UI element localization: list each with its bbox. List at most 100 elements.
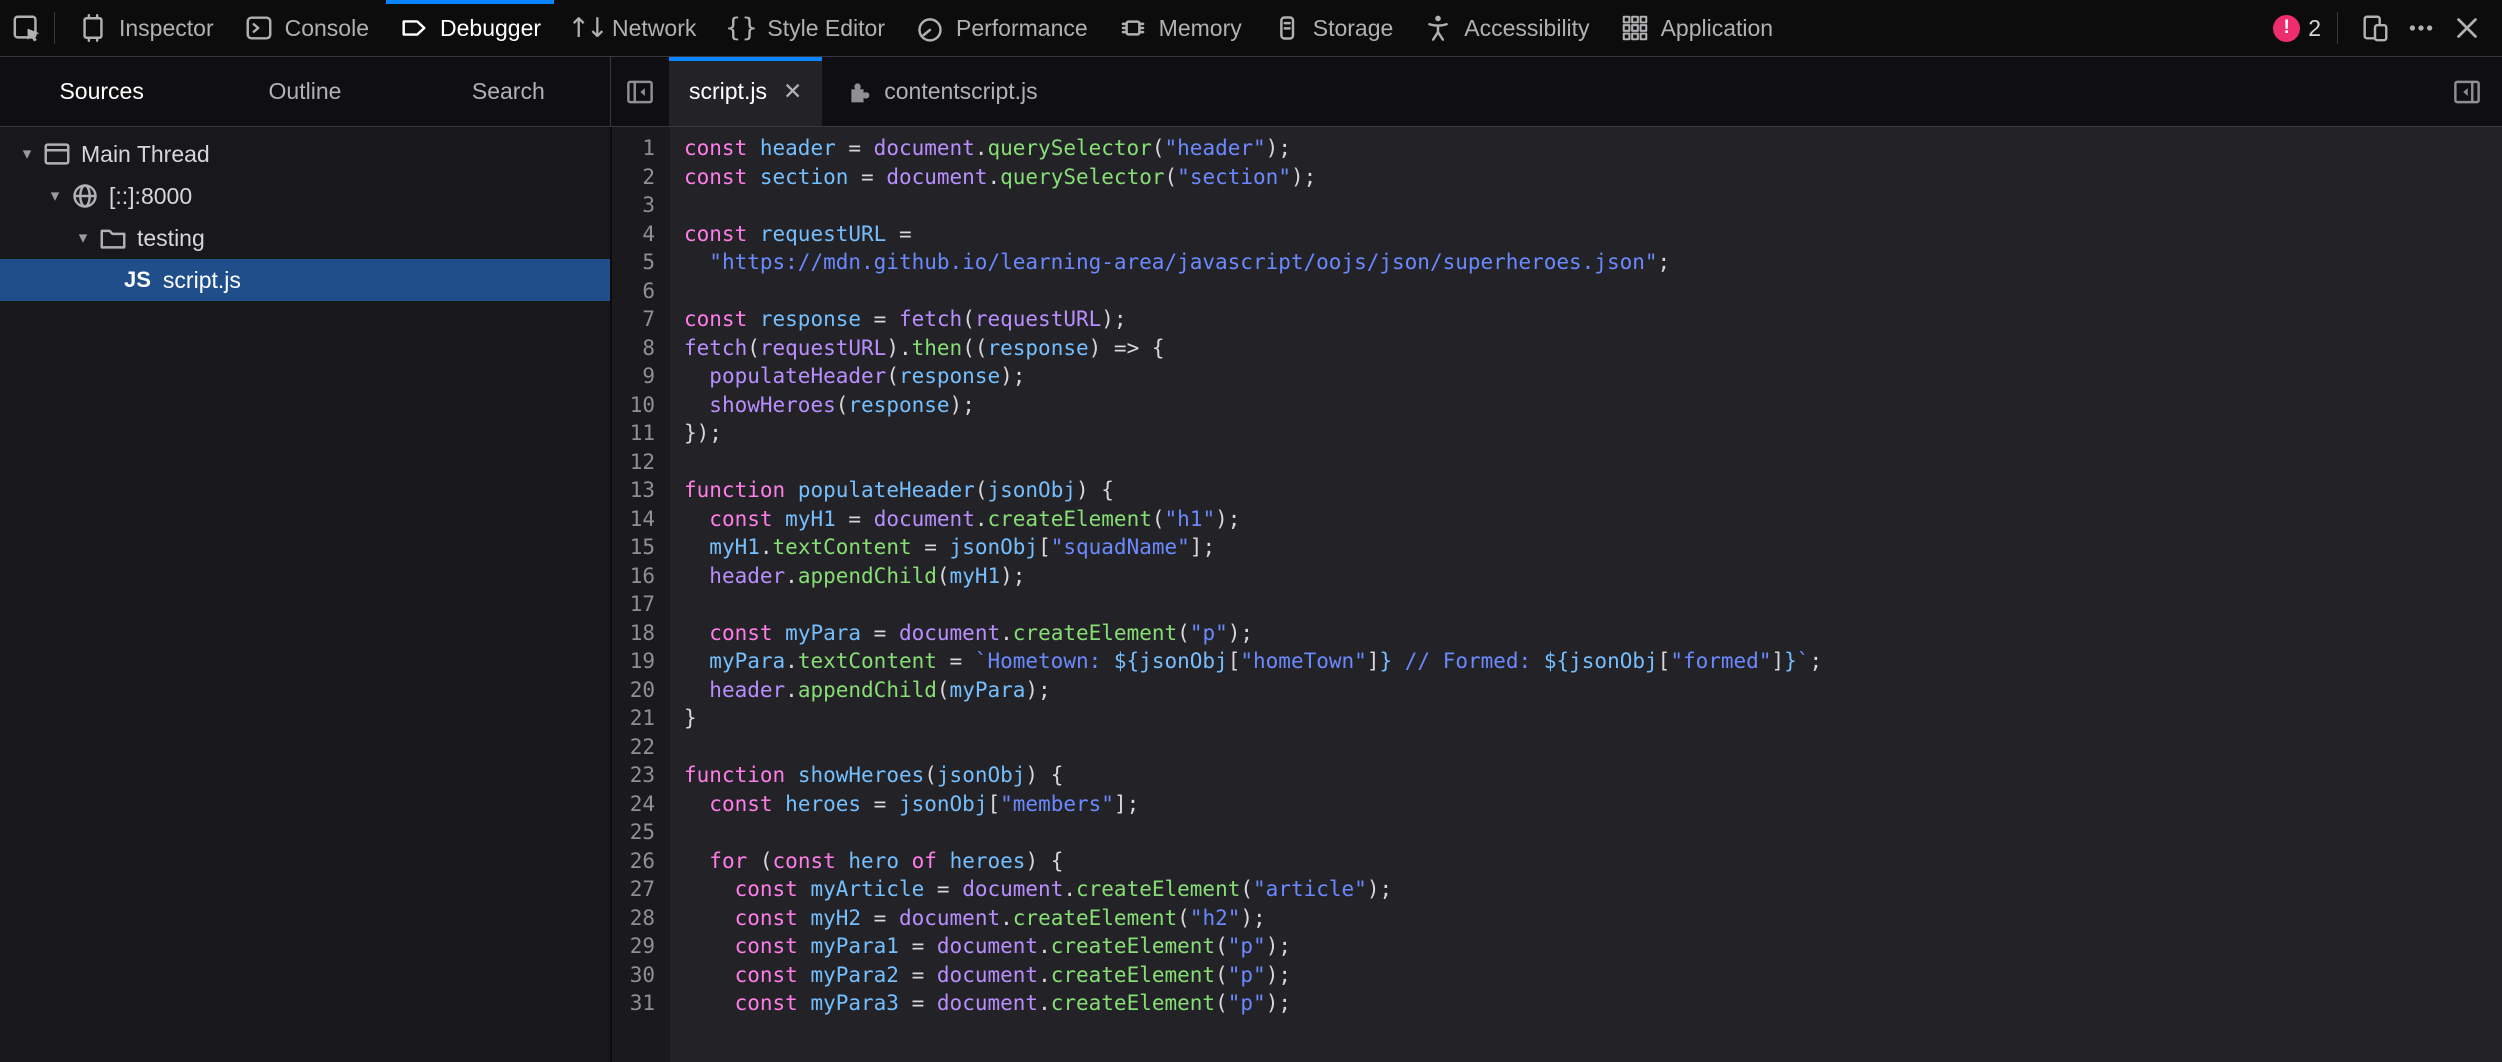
- line-number[interactable]: 23: [612, 761, 670, 790]
- code-line-12[interactable]: [684, 448, 2502, 477]
- code-line-5[interactable]: "https://mdn.github.io/learning-area/jav…: [684, 248, 2502, 277]
- line-number[interactable]: 2: [612, 163, 670, 192]
- code-line-15[interactable]: myH1.textContent = jsonObj["squadName"];: [684, 533, 2502, 562]
- code-line-11[interactable]: });: [684, 419, 2502, 448]
- tab-debugger[interactable]: Debugger: [384, 0, 556, 56]
- tree-item-testing[interactable]: ▾testing: [0, 217, 610, 259]
- code-line-8[interactable]: fetch(requestURL).then((response) => {: [684, 334, 2502, 363]
- expand-arrow-icon[interactable]: ▾: [42, 186, 68, 206]
- code-line-27[interactable]: const myArticle = document.createElement…: [684, 875, 2502, 904]
- error-badge-icon[interactable]: !: [2273, 15, 2300, 42]
- tree-item-script-js[interactable]: JSscript.js: [0, 259, 610, 301]
- line-number[interactable]: 5: [612, 248, 670, 277]
- code-line-1[interactable]: const header = document.querySelector("h…: [684, 134, 2502, 163]
- code-line-30[interactable]: const myPara2 = document.createElement("…: [684, 961, 2502, 990]
- code-editor[interactable]: 1234567891011121314151617181920212223242…: [612, 127, 2502, 1062]
- line-number[interactable]: 24: [612, 790, 670, 819]
- tab-application[interactable]: Application: [1605, 0, 1789, 56]
- line-number[interactable]: 7: [612, 305, 670, 334]
- sidebar-tab-outline[interactable]: Outline: [203, 57, 406, 126]
- line-number[interactable]: 11: [612, 419, 670, 448]
- code-line-4[interactable]: const requestURL =: [684, 220, 2502, 249]
- line-number[interactable]: 6: [612, 277, 670, 306]
- tab-network[interactable]: ↑↓Network: [556, 0, 711, 56]
- code-line-13[interactable]: function populateHeader(jsonObj) {: [684, 476, 2502, 505]
- tab-storage[interactable]: Storage: [1257, 0, 1409, 56]
- code-line-26[interactable]: for (const hero of heroes) {: [684, 847, 2502, 876]
- line-number[interactable]: 15: [612, 533, 670, 562]
- code-line-22[interactable]: [684, 733, 2502, 762]
- tab-style-editor[interactable]: {}Style Editor: [711, 0, 900, 56]
- sidebar-tab-search[interactable]: Search: [407, 57, 610, 126]
- code-line-6[interactable]: [684, 277, 2502, 306]
- line-number[interactable]: 3: [612, 191, 670, 220]
- tab-inspector[interactable]: Inspector: [63, 0, 229, 56]
- line-number[interactable]: 8: [612, 334, 670, 363]
- line-number[interactable]: 28: [612, 904, 670, 933]
- meatball-menu-button[interactable]: [2398, 0, 2444, 56]
- line-number[interactable]: 17: [612, 590, 670, 619]
- tree-item-main-thread[interactable]: ▾Main Thread: [0, 133, 610, 175]
- line-number[interactable]: 9: [612, 362, 670, 391]
- collapse-sources-pane-button[interactable]: [611, 57, 669, 126]
- line-number[interactable]: 21: [612, 704, 670, 733]
- line-number[interactable]: 4: [612, 220, 670, 249]
- tab-memory[interactable]: Memory: [1103, 0, 1257, 56]
- tab-console[interactable]: Console: [229, 0, 384, 56]
- pick-element-button[interactable]: [0, 0, 54, 56]
- code-line-2[interactable]: const section = document.querySelector("…: [684, 163, 2502, 192]
- line-number[interactable]: 19: [612, 647, 670, 676]
- code-line-10[interactable]: showHeroes(response);: [684, 391, 2502, 420]
- line-number[interactable]: 1: [612, 134, 670, 163]
- code-line-9[interactable]: populateHeader(response);: [684, 362, 2502, 391]
- code-line-20[interactable]: header.appendChild(myPara);: [684, 676, 2502, 705]
- line-number[interactable]: 29: [612, 932, 670, 961]
- expand-arrow-icon[interactable]: ▾: [14, 144, 40, 164]
- close-devtools-button[interactable]: [2444, 0, 2490, 56]
- line-number[interactable]: 27: [612, 875, 670, 904]
- editor-tab-script-js[interactable]: script.js✕: [669, 57, 822, 126]
- line-number[interactable]: 20: [612, 676, 670, 705]
- tab-performance[interactable]: Performance: [900, 0, 1103, 56]
- code-token: ) {: [1076, 478, 1114, 502]
- code-line-7[interactable]: const response = fetch(requestURL);: [684, 305, 2502, 334]
- code-line-25[interactable]: [684, 818, 2502, 847]
- error-count[interactable]: 2: [2308, 15, 2321, 42]
- line-number[interactable]: 18: [612, 619, 670, 648]
- code-token: .: [1000, 906, 1013, 930]
- code-line-29[interactable]: const myPara1 = document.createElement("…: [684, 932, 2502, 961]
- line-number[interactable]: 14: [612, 505, 670, 534]
- code-line-14[interactable]: const myH1 = document.createElement("h1"…: [684, 505, 2502, 534]
- source-code[interactable]: const header = document.querySelector("h…: [670, 127, 2502, 1062]
- tab-accessibility[interactable]: Accessibility: [1408, 0, 1604, 56]
- line-number[interactable]: 12: [612, 448, 670, 477]
- code-line-16[interactable]: header.appendChild(myH1);: [684, 562, 2502, 591]
- close-tab-icon[interactable]: ✕: [783, 79, 802, 105]
- code-token: ) {: [1025, 763, 1063, 787]
- code-line-21[interactable]: }: [684, 704, 2502, 733]
- line-number-gutter[interactable]: 1234567891011121314151617181920212223242…: [612, 127, 670, 1062]
- expand-arrow-icon[interactable]: ▾: [70, 228, 96, 248]
- collapse-debugger-pane-button[interactable]: [2432, 57, 2502, 126]
- code-line-19[interactable]: myPara.textContent = `Hometown: ${jsonOb…: [684, 647, 2502, 676]
- line-number[interactable]: 30: [612, 961, 670, 990]
- line-number[interactable]: 31: [612, 989, 670, 1018]
- line-number[interactable]: 10: [612, 391, 670, 420]
- tree-item--8000[interactable]: ▾[::]:8000: [0, 175, 610, 217]
- code-line-3[interactable]: [684, 191, 2502, 220]
- line-number[interactable]: 22: [612, 733, 670, 762]
- line-number[interactable]: 26: [612, 847, 670, 876]
- line-number[interactable]: 13: [612, 476, 670, 505]
- line-number[interactable]: 16: [612, 562, 670, 591]
- code-line-28[interactable]: const myH2 = document.createElement("h2"…: [684, 904, 2502, 933]
- sidebar-tab-sources[interactable]: Sources: [0, 57, 203, 126]
- code-line-17[interactable]: [684, 590, 2502, 619]
- editor-tab-contentscript-js[interactable]: contentscript.js: [822, 57, 1057, 126]
- code-line-23[interactable]: function showHeroes(jsonObj) {: [684, 761, 2502, 790]
- code-line-31[interactable]: const myPara3 = document.createElement("…: [684, 989, 2502, 1018]
- responsive-design-mode-button[interactable]: [2352, 0, 2398, 56]
- code-token: (: [1240, 877, 1253, 901]
- code-line-18[interactable]: const myPara = document.createElement("p…: [684, 619, 2502, 648]
- line-number[interactable]: 25: [612, 818, 670, 847]
- code-line-24[interactable]: const heroes = jsonObj["members"];: [684, 790, 2502, 819]
